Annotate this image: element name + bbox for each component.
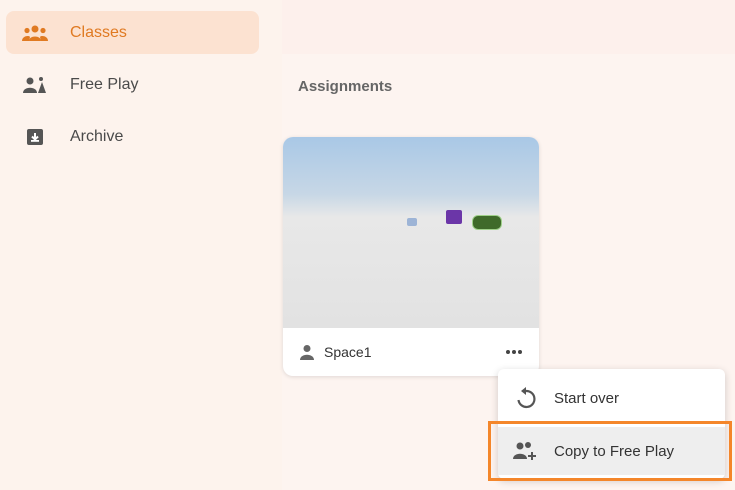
- section-title: Assignments: [298, 78, 393, 95]
- sidebar-item-label: Classes: [70, 23, 127, 41]
- more-options-icon[interactable]: [503, 342, 525, 362]
- sidebar: Classes Free Play Archive: [0, 0, 282, 490]
- menu-item-label: Start over: [554, 389, 620, 407]
- restart-icon: [513, 386, 539, 410]
- sidebar-item-label: Free Play: [70, 75, 139, 93]
- sidebar-item-label: Archive: [70, 127, 124, 145]
- archive-icon: [22, 127, 48, 147]
- sidebar-item-archive[interactable]: Archive: [6, 115, 259, 158]
- assignment-card[interactable]: Space1: [283, 137, 539, 376]
- sidebar-item-free-play[interactable]: Free Play: [6, 63, 259, 106]
- card-title: Space1: [324, 344, 372, 360]
- highlight-box: [488, 421, 732, 481]
- sidebar-item-classes[interactable]: Classes: [6, 11, 259, 54]
- person-shapes-icon: [22, 75, 48, 95]
- person-icon: [298, 343, 316, 361]
- scene-object: [407, 218, 417, 226]
- group-icon: [22, 23, 48, 43]
- menu-item-start-over[interactable]: Start over: [498, 374, 725, 422]
- scene-thumbnail[interactable]: [283, 137, 539, 328]
- scene-object: [446, 210, 462, 224]
- main-header: [282, 0, 735, 54]
- scene-object: [472, 215, 502, 230]
